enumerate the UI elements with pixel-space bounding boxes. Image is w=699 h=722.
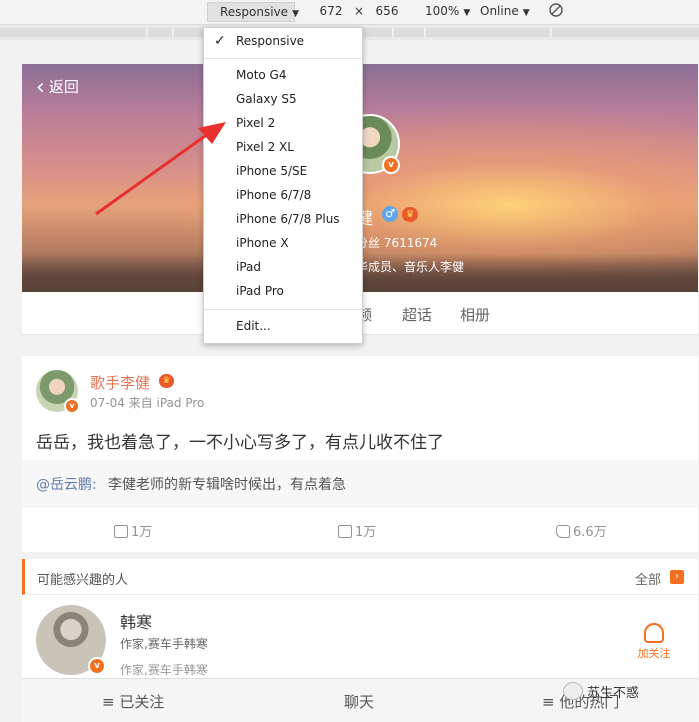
menu-item-device[interactable]: Galaxy S5 xyxy=(236,92,297,106)
comment-button[interactable]: 1万 xyxy=(338,521,376,540)
menu-item-responsive[interactable]: Responsive xyxy=(236,34,304,48)
comment-icon xyxy=(338,525,352,538)
chat-button[interactable]: 聊天 xyxy=(344,691,374,712)
post-author-name[interactable]: 歌手李健 xyxy=(90,372,150,393)
throttle-select[interactable]: Online ▼ xyxy=(480,4,530,18)
follow-label: 加关注 xyxy=(637,647,671,660)
add-user-icon xyxy=(644,623,664,643)
throttle-label: Online xyxy=(480,4,519,18)
crown-icon: ♛ xyxy=(402,207,418,222)
rotate-icon[interactable] xyxy=(548,2,564,21)
like-button[interactable]: 6.6万 xyxy=(556,521,607,540)
zoom-select[interactable]: 100% ▼ xyxy=(425,4,470,18)
menu-item-device[interactable]: iPhone 5/SE xyxy=(236,164,307,178)
suggested-user-avatar[interactable]: v xyxy=(36,605,106,675)
gender-male-icon: ♂ xyxy=(382,206,398,222)
menu-divider xyxy=(204,309,362,310)
verified-icon: v xyxy=(88,657,106,675)
follow-button[interactable]: 加关注 xyxy=(632,623,676,661)
tab-super-topic[interactable]: 超话 xyxy=(402,304,432,325)
suggestions-title: 可能感兴趣的人 xyxy=(37,573,129,588)
devtools-toolbar: Responsive ▼ 672 × 656 100% ▼ Online ▼ xyxy=(0,0,699,25)
suggested-user-desc: 作家,赛车手韩寒 xyxy=(120,637,208,651)
followed-button[interactable]: ≡ 已关注 xyxy=(102,691,164,712)
chevron-right-icon[interactable]: › xyxy=(670,570,684,584)
width-input[interactable]: 672 xyxy=(312,4,350,18)
menu-divider xyxy=(204,58,362,59)
caret-down-icon: ▼ xyxy=(292,9,299,19)
verified-icon: v xyxy=(382,156,400,174)
post-meta: 07-04 来自 iPad Pro xyxy=(90,396,205,410)
menu-item-device[interactable]: iPad Pro xyxy=(236,284,284,298)
caret-down-icon: ▼ xyxy=(463,8,471,18)
post-actions: 1万 1万 6.6万 xyxy=(22,506,698,553)
post-card: v 歌手李健 ♛ 07-04 来自 iPad Pro 岳岳，我也着急了，一不小心… xyxy=(22,356,698,552)
suggestions-header: 可能感兴趣的人 全部 › xyxy=(22,559,698,595)
wechat-icon xyxy=(563,682,583,700)
crown-icon: ♛ xyxy=(159,374,174,388)
menu-item-device[interactable]: Pixel 2 XL xyxy=(236,140,294,154)
menu-item-device[interactable]: Moto G4 xyxy=(236,68,287,82)
back-button[interactable]: ‹ 返回 xyxy=(36,75,79,100)
menu-item-edit[interactable]: Edit... xyxy=(236,319,271,333)
device-select-label: Responsive xyxy=(220,5,289,19)
post-text: 岳岳，我也着急了，一不小心写多了，有点儿收不住了 xyxy=(36,433,444,453)
menu-item-device[interactable]: iPhone X xyxy=(236,236,289,250)
see-all-link[interactable]: 全部 xyxy=(635,569,661,588)
device-select[interactable]: Responsive ▼ xyxy=(207,2,299,22)
post-author-avatar[interactable]: v xyxy=(36,370,80,414)
device-menu: ✓ Responsive Moto G4 Galaxy S5 Pixel 2 P… xyxy=(203,27,363,344)
repost-icon xyxy=(114,525,128,538)
suggested-user-name[interactable]: 韩寒 xyxy=(120,609,152,633)
chevron-left-icon: ‹ xyxy=(36,75,45,100)
height-input[interactable]: 656 xyxy=(368,4,406,18)
caret-down-icon: ▼ xyxy=(522,8,530,18)
thumbs-up-icon xyxy=(556,525,570,538)
times-label: × xyxy=(354,4,365,18)
repost-count: 1万 xyxy=(131,525,153,540)
fans-count: 分丝 7611674 xyxy=(356,236,438,250)
profile-description: 华成员、音乐人李健 xyxy=(356,260,465,274)
zoom-label: 100% xyxy=(425,4,460,18)
menu-item-device[interactable]: iPad xyxy=(236,260,261,274)
suggested-user-desc-2: 作家,赛车手韩寒 xyxy=(120,663,208,677)
menu-item-device[interactable]: iPhone 6/7/8 Plus xyxy=(236,212,340,226)
tab-album[interactable]: 相册 xyxy=(460,304,490,325)
like-count: 6.6万 xyxy=(573,525,607,540)
repost-text: 李健老师的新专辑啥时候出，有点着急 xyxy=(108,477,346,493)
comment-count: 1万 xyxy=(355,525,377,540)
menu-item-device[interactable]: Pixel 2 xyxy=(236,116,275,130)
repost-user-link[interactable]: @岳云鹏: xyxy=(36,474,97,494)
menu-item-device[interactable]: iPhone 6/7/8 xyxy=(236,188,311,202)
checkmark-icon: ✓ xyxy=(214,33,226,49)
verified-icon: v xyxy=(64,398,80,414)
reposted-content[interactable]: @岳云鹏: 李健老师的新专辑啥时候出，有点着急 xyxy=(22,460,698,506)
watermark: 苏生不惑 xyxy=(587,686,640,701)
repost-button[interactable]: 1万 xyxy=(114,521,152,540)
back-label: 返回 xyxy=(48,78,79,96)
